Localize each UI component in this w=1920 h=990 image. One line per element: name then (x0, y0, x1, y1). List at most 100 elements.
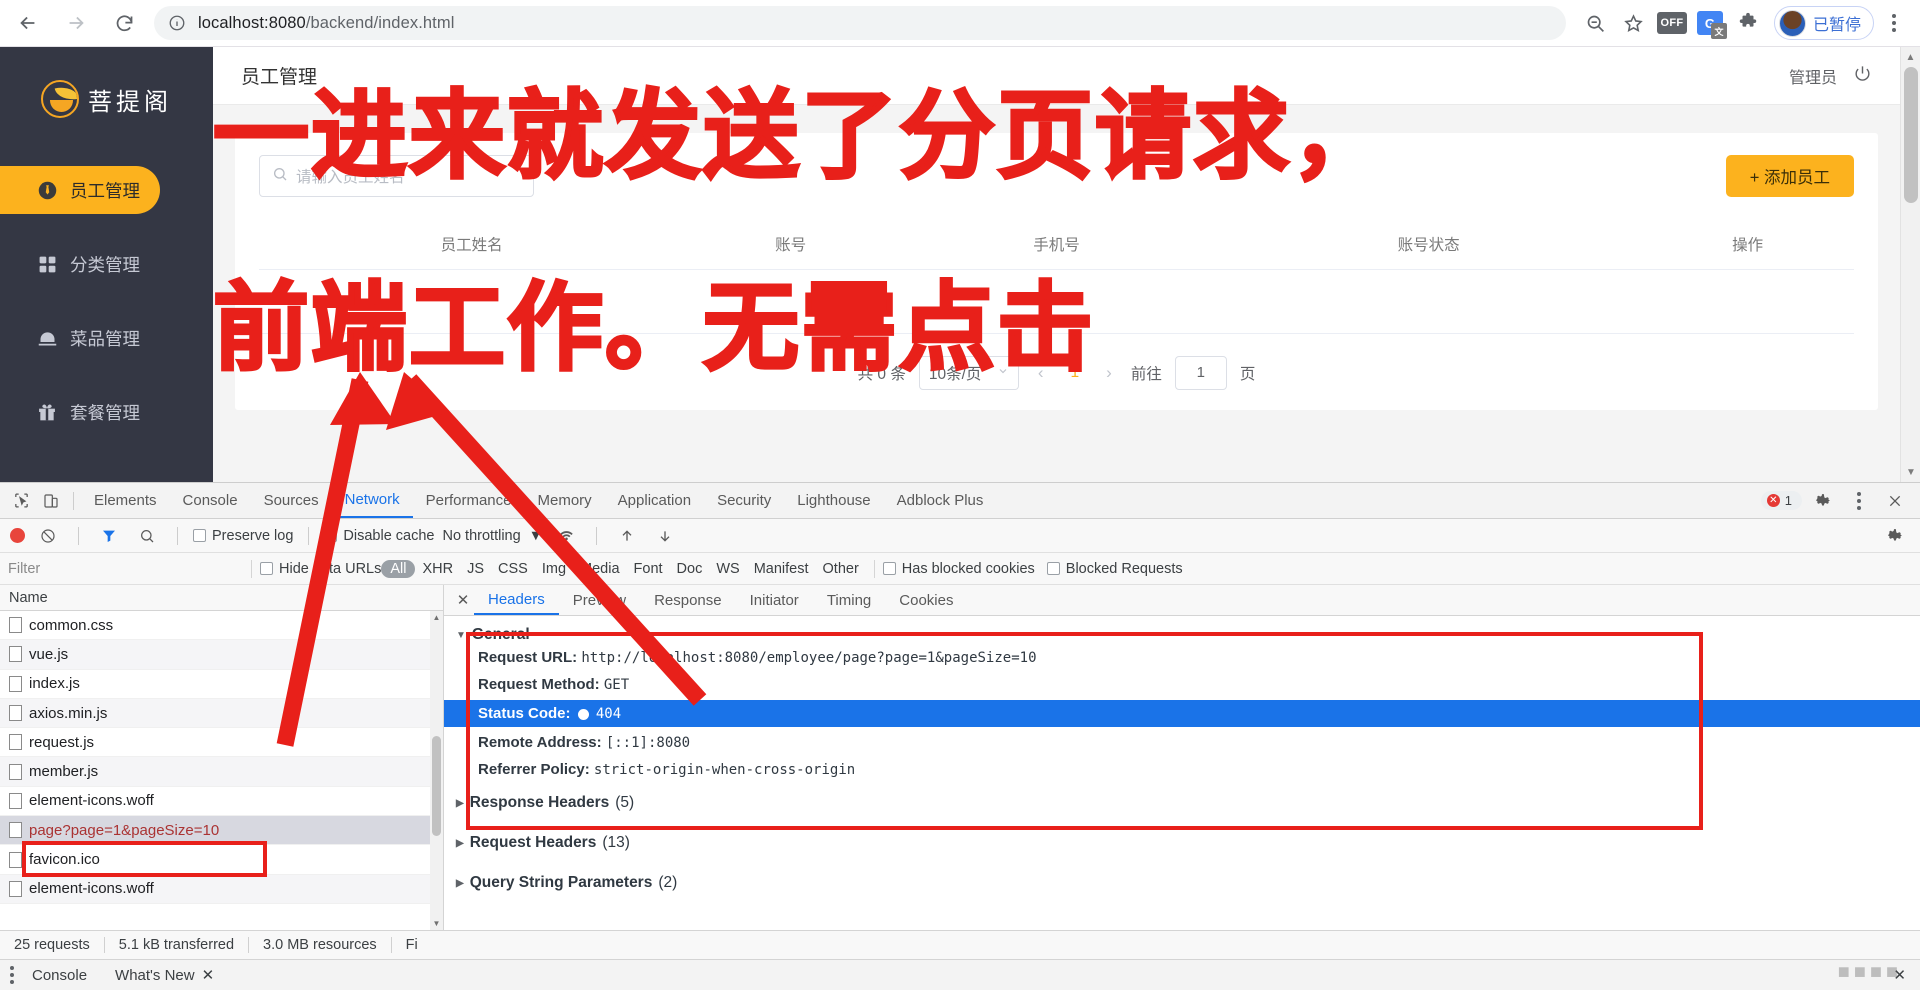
kebab-menu-icon[interactable] (10, 966, 14, 984)
general-section-title[interactable]: ▼ General (444, 626, 1920, 644)
filter-type-img[interactable]: Img (535, 561, 573, 577)
back-arrow-icon[interactable] (8, 3, 48, 43)
devtools-tab-adblock-plus[interactable]: Adblock Plus (884, 483, 997, 518)
devtools-tab-memory[interactable]: Memory (525, 483, 605, 518)
devtools-tab-network[interactable]: Network (331, 483, 413, 518)
upload-har-icon[interactable] (612, 522, 642, 550)
detail-tab-timing[interactable]: Timing (813, 585, 885, 615)
funnel-icon[interactable] (94, 522, 124, 550)
sidebar-item-setmeal[interactable]: 套餐管理 (0, 388, 213, 436)
clear-icon[interactable] (33, 522, 63, 550)
devtools-tab-application[interactable]: Application (605, 483, 704, 518)
sidebar-item-dish[interactable]: 菜品管理 (0, 314, 213, 362)
devtools-tab-sources[interactable]: Sources (251, 483, 332, 518)
list-item[interactable]: index.js (0, 670, 443, 699)
close-icon[interactable]: ✕ (202, 966, 215, 984)
filter-type-media[interactable]: Media (573, 561, 627, 577)
forward-arrow-icon[interactable] (56, 3, 96, 43)
close-detail-icon[interactable]: ✕ (452, 591, 474, 609)
kebab-menu-icon[interactable] (1844, 487, 1874, 515)
devtools-tab-console[interactable]: Console (170, 483, 251, 518)
inspect-element-icon[interactable] (6, 487, 36, 515)
network-settings-gear-icon[interactable] (1880, 522, 1910, 550)
drawer-tab-whats-new[interactable]: What's New ✕ (105, 966, 224, 985)
list-item[interactable]: element-icons.woff (0, 787, 443, 817)
scroll-up-arrow-icon[interactable]: ▲ (1901, 47, 1920, 67)
chevron-left-icon[interactable]: ‹ (1032, 363, 1050, 383)
detail-tab-initiator[interactable]: Initiator (736, 585, 813, 615)
google-translate-icon[interactable]: G文 (1692, 5, 1728, 41)
scrollbar-thumb[interactable] (1904, 67, 1918, 203)
detail-tab-cookies[interactable]: Cookies (885, 585, 967, 615)
list-item[interactable]: request.js (0, 728, 443, 758)
sidebar-item-category[interactable]: 分类管理 (0, 240, 213, 288)
scroll-down-arrow-icon[interactable]: ▼ (1901, 462, 1920, 482)
detail-tab-response[interactable]: Response (640, 585, 736, 615)
close-icon[interactable] (1880, 487, 1910, 515)
list-item[interactable]: element-icons.woff (0, 874, 443, 904)
list-item[interactable]: common.css (0, 611, 443, 641)
filter-type-all[interactable]: All (381, 559, 416, 578)
gear-icon[interactable] (1808, 487, 1838, 515)
filter-type-manifest[interactable]: Manifest (747, 561, 816, 577)
filter-type-css[interactable]: CSS (491, 561, 535, 577)
chevron-down-icon[interactable]: ▼ (529, 528, 543, 544)
page-size-select[interactable]: 10条/页 (918, 356, 1019, 390)
detail-tab-headers[interactable]: Headers (474, 585, 559, 615)
list-item[interactable]: member.js (0, 757, 443, 787)
request-list-scrollbar[interactable]: ▲ ▼ (430, 611, 443, 930)
request-headers-section[interactable]: ▶ Request Headers (13) (444, 823, 1920, 863)
page-scrollbar[interactable]: ▲ ▼ (1900, 47, 1920, 482)
address-bar[interactable]: localhost:8080/backend/index.html (154, 6, 1566, 40)
network-conditions-icon[interactable] (551, 522, 581, 550)
detail-tab-preview[interactable]: Preview (559, 585, 640, 615)
filter-type-doc[interactable]: Doc (670, 561, 710, 577)
list-item[interactable]: favicon.ico (0, 845, 443, 875)
off-badge-icon[interactable]: OFF (1654, 5, 1690, 41)
blocked-requests-checkbox[interactable]: Blocked Requests (1046, 561, 1183, 577)
sidebar-item-employee[interactable]: 员工管理 (0, 166, 160, 214)
search-icon[interactable] (132, 522, 162, 550)
download-har-icon[interactable] (650, 522, 680, 550)
puzzle-piece-icon[interactable] (1730, 5, 1766, 41)
devtools-tab-elements[interactable]: Elements (81, 483, 170, 518)
has-blocked-cookies-checkbox[interactable]: Has blocked cookies (882, 561, 1035, 577)
info-circle-icon[interactable] (168, 14, 186, 32)
drawer-tab-console[interactable]: Console (22, 967, 97, 984)
goto-page-input[interactable]: 1 (1174, 356, 1227, 390)
page-number-1[interactable]: 1 (1063, 364, 1088, 382)
scroll-up-arrow-icon[interactable]: ▲ (430, 611, 443, 624)
devtools-tab-performance[interactable]: Performance (413, 483, 525, 518)
chevron-right-icon[interactable]: › (1100, 363, 1118, 383)
devtools-tab-security[interactable]: Security (704, 483, 784, 518)
drawer-close-icon[interactable]: ✕ (1893, 966, 1920, 984)
filter-type-ws[interactable]: WS (709, 561, 746, 577)
list-item[interactable]: axios.min.js (0, 698, 443, 729)
search-input[interactable]: 请输入员工姓名 (259, 155, 534, 197)
error-count-badge[interactable]: ✕ 1 (1760, 491, 1802, 510)
device-toolbar-icon[interactable] (36, 487, 66, 515)
query-string-parameters-section[interactable]: ▶ Query String Parameters (2) (444, 863, 1920, 903)
filter-input[interactable]: Filter (0, 561, 243, 577)
filter-type-xhr[interactable]: XHR (415, 561, 460, 577)
throttling-select[interactable]: No throttling (442, 528, 520, 544)
profile-paused-pill[interactable]: 已暂停 (1773, 6, 1874, 40)
list-item[interactable]: vue.js (0, 640, 443, 670)
filter-type-other[interactable]: Other (816, 561, 866, 577)
star-icon[interactable] (1616, 5, 1652, 41)
filter-type-js[interactable]: JS (460, 561, 491, 577)
list-item-selected-page-request[interactable]: page?page=1&pageSize=10 (0, 816, 443, 846)
disable-cache-checkbox[interactable]: Disable cache (324, 528, 434, 544)
scroll-down-arrow-icon[interactable]: ▼ (430, 917, 443, 930)
preserve-log-checkbox[interactable]: Preserve log (193, 528, 293, 544)
filter-type-font[interactable]: Font (627, 561, 670, 577)
record-stop-icon[interactable] (10, 528, 25, 543)
kebab-menu-icon[interactable] (1876, 5, 1912, 41)
scrollbar-thumb[interactable] (432, 736, 441, 836)
reload-icon[interactable] (104, 3, 144, 43)
add-employee-button[interactable]: + 添加员工 (1725, 155, 1854, 197)
hide-data-urls-checkbox[interactable]: Hide data URLs (260, 561, 381, 577)
devtools-tab-lighthouse[interactable]: Lighthouse (784, 483, 883, 518)
response-headers-section[interactable]: ▶ Response Headers (5) (444, 783, 1920, 823)
zoom-out-icon[interactable] (1578, 5, 1614, 41)
